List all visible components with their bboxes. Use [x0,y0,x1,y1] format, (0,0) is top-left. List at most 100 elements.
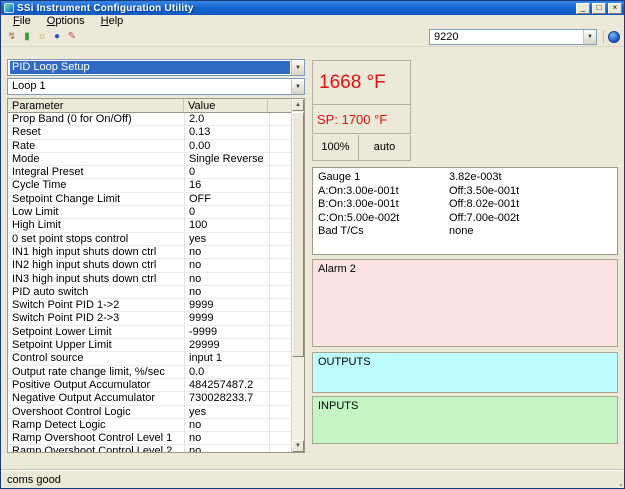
table-cell[interactable]: 0.0 [184,366,204,378]
info-icon[interactable] [608,31,620,43]
loop-select[interactable]: Loop 1 ▼ [7,78,305,95]
table-cell[interactable]: Negative Output Accumulator [8,392,184,404]
table-row[interactable]: Ramp Overshoot Control Level 1 no [8,432,291,446]
maximize-button[interactable]: □ [592,2,606,14]
table-cell[interactable]: no [184,286,201,298]
table-cell[interactable]: Switch Point PID 1->2 [8,299,184,311]
scroll-down-icon[interactable]: ▼ [292,440,304,452]
table-row[interactable]: Setpoint Upper Limit 29999 [8,339,291,353]
table-cell[interactable]: 0 [184,166,195,178]
table-cell[interactable]: Ramp Overshoot Control Level 1 [8,432,184,444]
table-cell[interactable]: 0.13 [184,126,210,138]
table-cell[interactable]: IN1 high input shuts down ctrl [8,246,184,258]
table-cell[interactable]: Setpoint Lower Limit [8,326,184,338]
table-cell[interactable]: no [184,259,201,271]
table-cell[interactable]: 0.00 [184,140,210,152]
device-icon[interactable]: ▮ [20,30,34,44]
table-row[interactable]: Reset 0.13 [8,126,291,140]
table-cell[interactable]: Low Limit [8,206,184,218]
table-row[interactable]: Control source input 1 [8,352,291,366]
table-cell[interactable]: no [184,273,201,285]
table-row[interactable]: IN3 high input shuts down ctrl no [8,273,291,286]
table-row[interactable]: Switch Point PID 1->2 9999 [8,299,291,313]
table-cell[interactable]: Setpoint Change Limit [8,193,184,205]
table-cell[interactable]: yes [184,233,206,245]
table-row[interactable]: Low Limit 0 [8,206,291,220]
table-cell[interactable]: 484257487.2 [184,379,253,391]
table-cell[interactable]: PID auto switch [8,286,184,298]
section-select[interactable]: PID Loop Setup ▼ [7,59,305,76]
table-cell[interactable]: 9999 [184,299,213,311]
close-button[interactable]: × [608,2,622,14]
table-cell[interactable]: 29999 [184,339,220,351]
table-cell[interactable]: Overshoot Control Logic [8,406,184,418]
table-cell[interactable]: 730028233.7 [184,392,253,404]
table-row[interactable]: Output rate change limit, %/sec 0.0 [8,366,291,379]
bulb-icon[interactable]: ☼ [35,30,49,44]
table-row[interactable]: Ramp Detect Logic no [8,419,291,433]
table-cell[interactable]: Single Reverse [184,153,264,165]
table-cell[interactable]: input 1 [184,352,222,364]
table-cell[interactable]: Mode [8,153,184,165]
table-cell[interactable]: no [184,432,201,444]
table-row[interactable]: Positive Output Accumulator 484257487.2 [8,379,291,393]
table-scrollbar[interactable]: ▲ ▼ [291,99,304,452]
connect-icon[interactable]: ↯ [5,30,19,44]
table-cell[interactable]: Control source [8,352,184,364]
table-cell[interactable]: 9999 [184,312,213,324]
table-cell[interactable]: Positive Output Accumulator [8,379,184,391]
table-row[interactable]: Switch Point PID 2->3 9999 [8,312,291,326]
minimize-button[interactable]: _ [576,2,590,14]
edit-icon[interactable]: ✎ [65,30,79,44]
table-cell[interactable]: OFF [184,193,211,205]
scrollbar-thumb[interactable] [292,112,304,357]
table-cell[interactable]: Reset [8,126,184,138]
chevron-down-icon[interactable]: ▼ [291,60,304,75]
table-cell[interactable]: no [184,445,201,452]
table-cell[interactable]: Ramp Detect Logic [8,419,184,431]
table-row[interactable]: Setpoint Lower Limit -9999 [8,326,291,340]
table-cell[interactable]: yes [184,406,206,418]
table-cell[interactable]: 100 [184,219,207,231]
table-cell[interactable]: no [184,246,201,258]
resize-grip[interactable] [620,484,622,486]
table-row[interactable]: 0 set point stops control yes [8,233,291,246]
table-cell[interactable]: Prop Band (0 for On/Off) [8,113,184,125]
menu-options[interactable]: Options [39,15,93,28]
table-cell[interactable]: 2.0 [184,113,204,125]
table-cell[interactable]: Switch Point PID 2->3 [8,312,184,324]
table-row[interactable]: Prop Band (0 for On/Off) 2.0 [8,113,291,127]
table-row[interactable]: Rate 0.00 [8,140,291,153]
table-cell[interactable]: 0 set point stops control [8,233,184,245]
table-cell[interactable]: High Limit [8,219,184,231]
table-cell[interactable]: Cycle Time [8,179,184,191]
table-cell[interactable]: Setpoint Upper Limit [8,339,184,351]
panel-splitter[interactable] [307,53,310,464]
table-cell[interactable]: IN3 high input shuts down ctrl [8,273,184,285]
scroll-up-icon[interactable]: ▲ [292,99,304,111]
table-row[interactable]: Overshoot Control Logic yes [8,406,291,419]
table-cell[interactable]: no [184,419,201,431]
table-row[interactable]: Ramp Overshoot Control Level 2 no [8,445,291,452]
table-cell[interactable]: Integral Preset [8,166,184,178]
device-select[interactable]: 9220 ▼ [429,29,597,45]
table-cell[interactable]: Rate [8,140,184,152]
chevron-down-icon[interactable]: ▼ [583,30,596,44]
table-row[interactable]: Integral Preset 0 [8,166,291,180]
table-row[interactable]: Negative Output Accumulator 730028233.7 [8,392,291,406]
table-row[interactable]: PID auto switch no [8,286,291,300]
table-row[interactable]: High Limit 100 [8,219,291,233]
table-cell[interactable]: 16 [184,179,201,191]
table-row[interactable]: Mode Single Reverse [8,153,291,167]
table-row[interactable]: Cycle Time 16 [8,179,291,193]
menu-file[interactable]: File [5,15,39,28]
table-cell[interactable]: -9999 [184,326,217,338]
table-cell[interactable]: 0 [184,206,195,218]
menu-help[interactable]: Help [93,15,132,28]
app-icon[interactable] [4,3,14,13]
table-row[interactable]: IN2 high input shuts down ctrl no [8,259,291,273]
chevron-down-icon[interactable]: ▼ [291,79,304,94]
table-cell[interactable]: Ramp Overshoot Control Level 2 [8,445,184,452]
table-cell[interactable]: IN2 high input shuts down ctrl [8,259,184,271]
table-cell[interactable]: Output rate change limit, %/sec [8,366,184,378]
